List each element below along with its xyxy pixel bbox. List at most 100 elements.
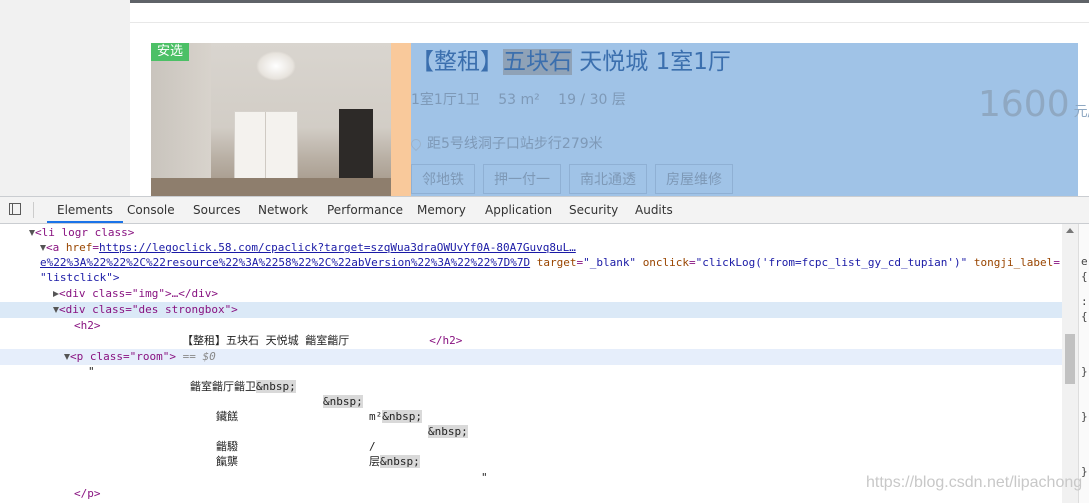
page-left-margin [0, 0, 130, 196]
photo-floor [151, 178, 391, 196]
elements-scrollbar[interactable] [1062, 224, 1078, 503]
tabbar-divider [33, 202, 34, 218]
room-text-obfuscated: 龤室龤厅龤卫 [190, 380, 256, 393]
attr-name: href [65, 241, 93, 254]
location-pin-icon [408, 136, 424, 152]
price-value: 1600 [978, 84, 1070, 125]
tag-item: 南北通透 [569, 164, 647, 194]
side-text: } [1081, 365, 1088, 378]
nbsp-entity: &nbsp; [323, 395, 363, 408]
anxuan-badge: 安选 [151, 43, 190, 61]
tree-line[interactable]: 龤驋 / [0, 439, 1062, 455]
top-bar [130, 0, 1089, 3]
nbsp-entity: &nbsp; [256, 380, 296, 393]
watermark: https://blog.csdn.net/lipachong [866, 474, 1083, 491]
tab-network[interactable]: Network [258, 197, 308, 223]
tab-performance[interactable]: Performance [327, 197, 403, 223]
web-page: 安选 【整租】五块石 天悦城 1室1厅 1室1厅1卫 53 m² 19 / 30… [0, 0, 1089, 196]
tree-line[interactable]: "listclick"> [0, 270, 1062, 286]
div-img-tag: <div class="img">…</div> [59, 287, 218, 300]
tree-line[interactable]: <div class="img">…</div> [0, 286, 1062, 302]
h2-tag: <h2> [74, 319, 101, 332]
tree-line[interactable]: 龤室龤厅龤卫&nbsp; [0, 379, 1062, 395]
div-des-tag: <div class="des strongbox"> [59, 303, 238, 316]
href-link-cont[interactable]: e%22%3A%22%22%2C%22resource%22%3A%2258%2… [40, 256, 530, 269]
tree-line[interactable]: e%22%3A%22%22%2C%22resource%22%3A%2258%2… [0, 255, 1062, 271]
tag-item: 邻地铁 [411, 164, 475, 194]
tree-line[interactable]: &nbsp; [0, 394, 1062, 410]
href-link[interactable]: https://legoclick.58.com/cpaclick?target… [99, 241, 576, 254]
tab-sources[interactable]: Sources [193, 197, 240, 223]
tree-line[interactable]: <h2> [0, 318, 1062, 334]
highlight-padding [391, 43, 411, 196]
nbsp-entity: &nbsp; [382, 410, 422, 423]
h2-close-tag: </h2> [429, 334, 463, 347]
listing-photo[interactable]: 安选 [151, 43, 391, 196]
tag-item: 房屋维修 [655, 164, 733, 194]
side-text: : [1081, 295, 1088, 308]
attr-value: "listclick"> [40, 271, 120, 284]
h2-text: 【整租】五块石 天悦城 龤室龤厅 [182, 334, 350, 347]
attr-name: target [536, 256, 577, 269]
title-rest: 天悦城 1室1厅 [572, 49, 731, 75]
photo-lamp [256, 51, 296, 81]
nbsp-entity: &nbsp; [380, 455, 420, 468]
console-ref: == $0 [175, 350, 216, 363]
tab-console[interactable]: Console [127, 197, 175, 223]
slash-text: / [369, 440, 376, 453]
photo-door [339, 109, 373, 189]
nbsp-entity: &nbsp; [428, 425, 468, 438]
side-text: { [1081, 270, 1088, 283]
p-close-tag: </p> [74, 487, 101, 500]
scroll-thumb[interactable] [1065, 334, 1075, 384]
tree-line[interactable]: &nbsp; [0, 424, 1062, 440]
ceng-text: 层 [369, 455, 380, 468]
tree-line[interactable]: 【整租】五块石 天悦城 龤室龤厅 </h2> [0, 333, 1062, 349]
title-prefix: 【整租】 [411, 49, 503, 75]
tree-line[interactable]: <div class="des strongbox"> [0, 302, 1062, 318]
room-layout: 1室1厅1卫 [411, 92, 480, 108]
tab-audits[interactable]: Audits [635, 197, 673, 223]
tree-line[interactable]: <a href=https://legoclick.58.com/cpaclic… [0, 240, 1062, 256]
room-area: 53 m² [498, 92, 540, 108]
area-text-obfuscated: 鑶餻 [216, 410, 238, 423]
tree-line[interactable]: 餼龒 层&nbsp; [0, 454, 1062, 470]
devtools-tabbar: Elements Console Sources Network Perform… [0, 197, 1089, 224]
side-text: e [1081, 255, 1088, 268]
side-text: { [1081, 310, 1088, 323]
side-text: } [1081, 410, 1088, 423]
tab-application[interactable]: Application [485, 197, 552, 223]
tag-item: 押一付一 [483, 164, 561, 194]
separator [130, 22, 1089, 23]
tab-security[interactable]: Security [569, 197, 618, 223]
address-line: 距5号线洞子口站步行279米 [408, 133, 603, 153]
li-tag: <li logr class> [35, 226, 135, 239]
scroll-up-arrow-icon[interactable] [1066, 228, 1074, 233]
p-room-tag: <p class="room"> [70, 350, 176, 363]
text-quote: " [481, 471, 488, 484]
text-quote: " [88, 365, 95, 378]
listing-title[interactable]: 【整租】五块石 天悦城 1室1厅 [411, 42, 731, 76]
room-info: 1室1厅1卫 53 m² 19 / 30 层 [411, 89, 640, 109]
photo-wall [151, 43, 211, 196]
room-floor: 19 / 30 层 [558, 92, 626, 108]
selected-tree-line[interactable]: <p class="room"> == $0 [0, 349, 1062, 365]
styles-sidepane: e { : { } } } [1078, 224, 1089, 503]
tag-list: 邻地铁 押一付一 南北通透 房屋维修 [411, 164, 741, 194]
tab-elements[interactable]: Elements [47, 197, 123, 223]
device-toggle-icon[interactable] [9, 203, 21, 215]
tree-line[interactable]: <li logr class> [0, 225, 1062, 241]
attr-name: tongji_label [973, 256, 1054, 269]
attr-name: onclick [642, 256, 690, 269]
address-text: 距5号线洞子口站步行279米 [427, 136, 603, 152]
floor-text-obfuscated: 龤驋 [216, 440, 238, 453]
devtools-panel: Elements Console Sources Network Perform… [0, 196, 1089, 503]
tab-memory[interactable]: Memory [417, 197, 466, 223]
price-unit: 元/月 [1073, 104, 1089, 120]
tree-line[interactable]: " [0, 364, 1062, 380]
elements-tree: <li logr class> <a href=https://legoclic… [0, 224, 1062, 503]
attr-value: "_blank" [583, 256, 637, 269]
floor-total-obfuscated: 餼龒 [216, 455, 238, 468]
tree-line[interactable]: 鑶餻 m²&nbsp; [0, 409, 1062, 425]
unit-text: m² [369, 410, 383, 423]
